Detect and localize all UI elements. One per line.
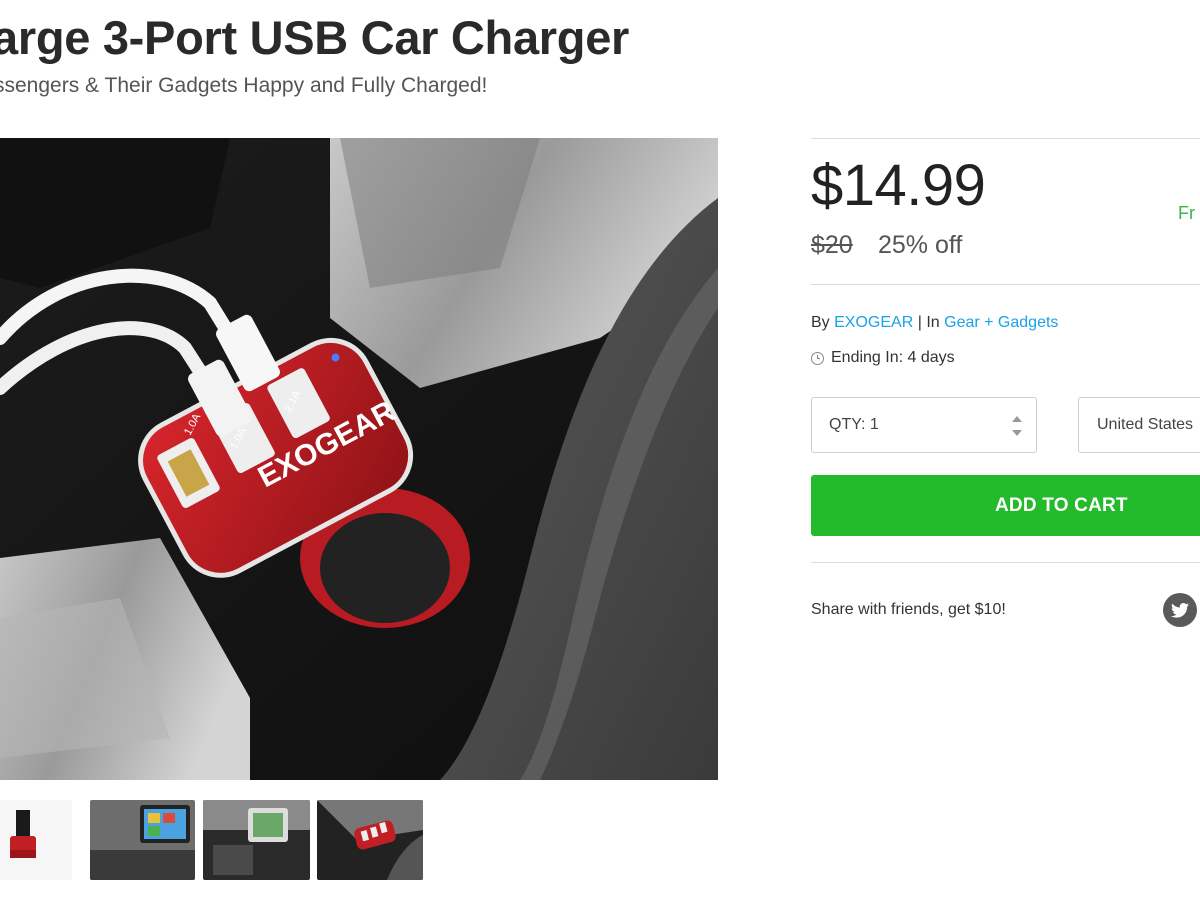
sale-price: $14.99	[811, 153, 986, 218]
stepper-up-icon[interactable]	[1012, 416, 1022, 422]
product-subtitle: ssengers & Their Gadgets Happy and Fully…	[0, 74, 488, 97]
divider-top	[811, 138, 1200, 139]
shipping-label: Fr	[1178, 203, 1195, 223]
twitter-bird-glyph	[1171, 602, 1189, 618]
clock-icon	[811, 351, 824, 365]
by-label: By	[811, 314, 830, 331]
divider-share	[811, 562, 1200, 563]
ending-line: Ending In: 4 days	[811, 349, 955, 367]
stepper-arrows-icon[interactable]	[1012, 416, 1022, 436]
twitter-icon[interactable]	[1163, 593, 1197, 627]
quantity-select[interactable]: QTY: 1	[811, 397, 1037, 453]
stepper-down-icon[interactable]	[1012, 430, 1022, 436]
country-select[interactable]: United States	[1078, 397, 1200, 453]
thumbnail-charger-closeup-image	[317, 800, 423, 880]
ending-text: Ending In: 4 days	[831, 349, 955, 366]
thumbnail-4[interactable]	[317, 800, 423, 880]
thumbnail-tablet-mount-image	[90, 800, 195, 880]
product-main-image[interactable]: EXOGEAR 1.0A 1.0A 2.1A	[0, 138, 718, 780]
thumbnail-3[interactable]	[203, 800, 310, 880]
thumbnail-1[interactable]	[0, 800, 72, 880]
thumbnail-2[interactable]	[90, 800, 195, 880]
quantity-label: QTY: 1	[829, 416, 879, 433]
in-label: In	[926, 314, 940, 331]
meta-separator: |	[917, 314, 922, 331]
product-title: arge 3-Port USB Car Charger	[0, 11, 630, 64]
divider-price	[811, 284, 1200, 285]
add-to-cart-button[interactable]: ADD TO CART	[811, 475, 1200, 536]
vendor-category-line: By EXOGEAR | In Gear + Gadgets	[811, 314, 1058, 332]
category-link[interactable]: Gear + Gadgets	[944, 314, 1058, 331]
share-text: Share with friends, get $10!	[811, 601, 1006, 618]
thumbnail-charger-image	[0, 800, 72, 880]
car-charger-photo: EXOGEAR 1.0A 1.0A 2.1A	[0, 138, 718, 780]
country-value: United States	[1097, 416, 1194, 433]
thumbnail-dash-device-image	[203, 800, 310, 880]
vendor-link[interactable]: EXOGEAR	[834, 314, 913, 331]
discount-label: 25% off	[878, 231, 963, 259]
original-price: $20	[811, 231, 853, 259]
